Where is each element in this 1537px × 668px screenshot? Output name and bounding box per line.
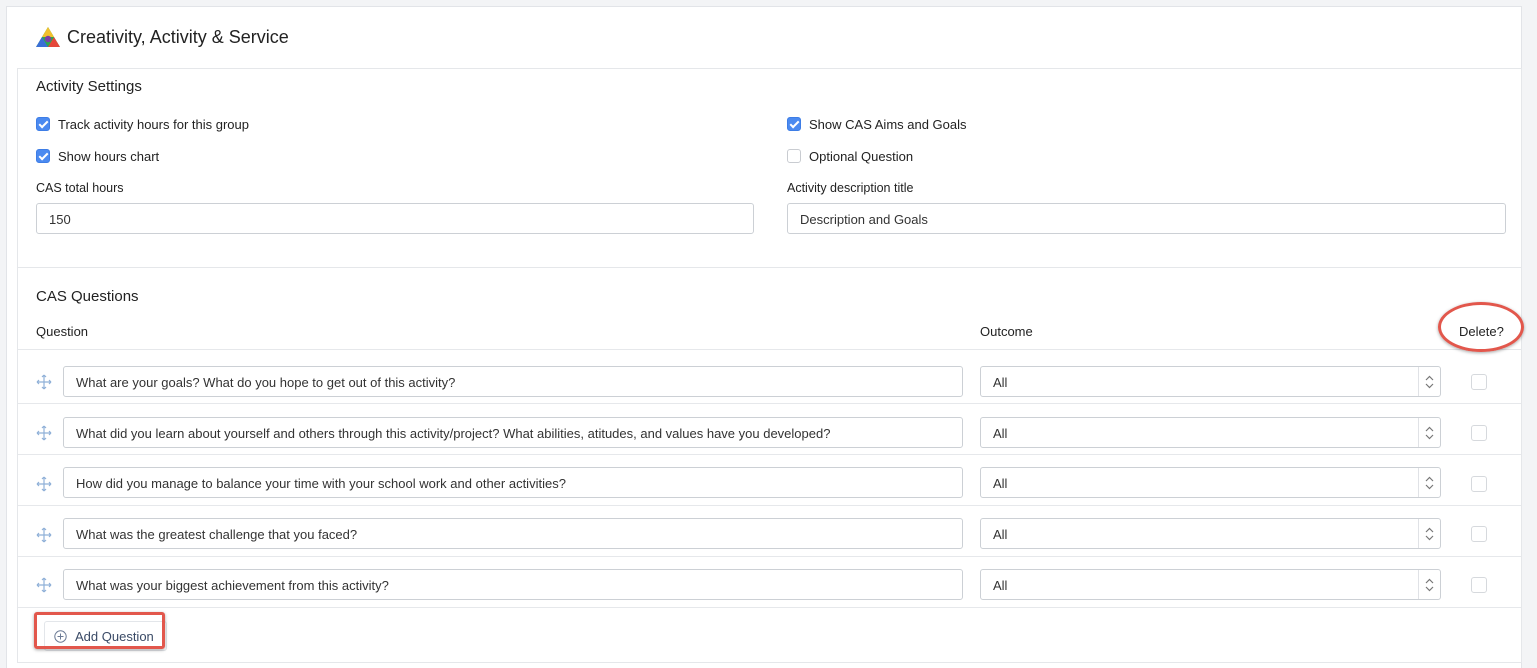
row-separator xyxy=(18,454,1521,455)
optional-question-label: Optional Question xyxy=(809,149,914,164)
outcome-select-value: All xyxy=(993,527,1008,542)
drag-handle-icon[interactable] xyxy=(36,577,52,593)
select-arrows-icon xyxy=(1418,519,1440,548)
show-chart-label: Show hours chart xyxy=(58,149,160,164)
drag-handle-icon[interactable] xyxy=(36,476,52,492)
drag-handle-icon[interactable] xyxy=(36,527,52,543)
outcome-select-value: All xyxy=(993,426,1008,441)
add-question-label: Add Question xyxy=(75,629,154,644)
column-header-question: Question xyxy=(36,324,89,339)
table-header-separator xyxy=(18,349,1521,350)
description-title-label: Activity description title xyxy=(787,181,914,195)
delete-checkbox[interactable] xyxy=(1471,476,1487,492)
settings-panel: Activity Settings Track activity hours f… xyxy=(17,68,1522,663)
outcome-select-value: All xyxy=(993,476,1008,491)
outcome-select-value: All xyxy=(993,375,1008,390)
delete-checkbox[interactable] xyxy=(1471,526,1487,542)
outcome-select-value: All xyxy=(993,578,1008,593)
question-input[interactable]: What did you learn about yourself and ot… xyxy=(63,417,963,448)
outcome-select[interactable]: All xyxy=(980,417,1441,448)
select-arrows-icon xyxy=(1418,418,1440,447)
column-header-delete: Delete? xyxy=(1459,324,1504,339)
question-input[interactable]: What are your goals? What do you hope to… xyxy=(63,366,963,397)
question-input[interactable]: What was the greatest challenge that you… xyxy=(63,518,963,549)
show-aims-label: Show CAS Aims and Goals xyxy=(809,117,967,132)
section-divider xyxy=(18,267,1521,268)
question-input[interactable]: What was your biggest achievement from t… xyxy=(63,569,963,600)
plus-circle-icon xyxy=(54,630,67,643)
select-arrows-icon xyxy=(1418,468,1440,497)
outcome-select[interactable]: All xyxy=(980,569,1441,600)
total-hours-label: CAS total hours xyxy=(36,181,124,195)
delete-checkbox[interactable] xyxy=(1471,577,1487,593)
card-header: Creativity, Activity & Service xyxy=(17,7,1522,69)
outcome-select[interactable]: All xyxy=(980,366,1441,397)
outcome-select[interactable]: All xyxy=(980,518,1441,549)
add-question-button[interactable]: Add Question xyxy=(44,621,167,651)
optional-question-checkbox[interactable] xyxy=(787,149,801,163)
row-separator xyxy=(18,556,1521,557)
outcome-select[interactable]: All xyxy=(980,467,1441,498)
track-hours-label: Track activity hours for this group xyxy=(58,117,249,132)
activity-settings-title: Activity Settings xyxy=(36,78,142,95)
row-separator xyxy=(18,505,1521,506)
description-title-input[interactable]: Description and Goals xyxy=(787,203,1506,234)
show-aims-checkbox[interactable] xyxy=(787,117,801,131)
show-chart-checkbox[interactable] xyxy=(36,149,50,163)
select-arrows-icon xyxy=(1418,570,1440,599)
column-header-outcome: Outcome xyxy=(980,324,1033,339)
card-title: Creativity, Activity & Service xyxy=(67,27,289,47)
drag-handle-icon[interactable] xyxy=(36,425,52,441)
drag-handle-icon[interactable] xyxy=(36,374,52,390)
cas-card: Creativity, Activity & Service Activity … xyxy=(6,6,1522,668)
delete-checkbox[interactable] xyxy=(1471,425,1487,441)
row-separator xyxy=(18,403,1521,404)
select-arrows-icon xyxy=(1418,367,1440,396)
row-separator xyxy=(18,607,1521,608)
question-input[interactable]: How did you manage to balance your time … xyxy=(63,467,963,498)
cas-questions-title: CAS Questions xyxy=(36,288,139,305)
total-hours-input[interactable]: 150 xyxy=(36,203,754,234)
delete-checkbox[interactable] xyxy=(1471,374,1487,390)
track-hours-checkbox[interactable] xyxy=(36,117,50,131)
cas-triangle-logo xyxy=(36,27,60,47)
